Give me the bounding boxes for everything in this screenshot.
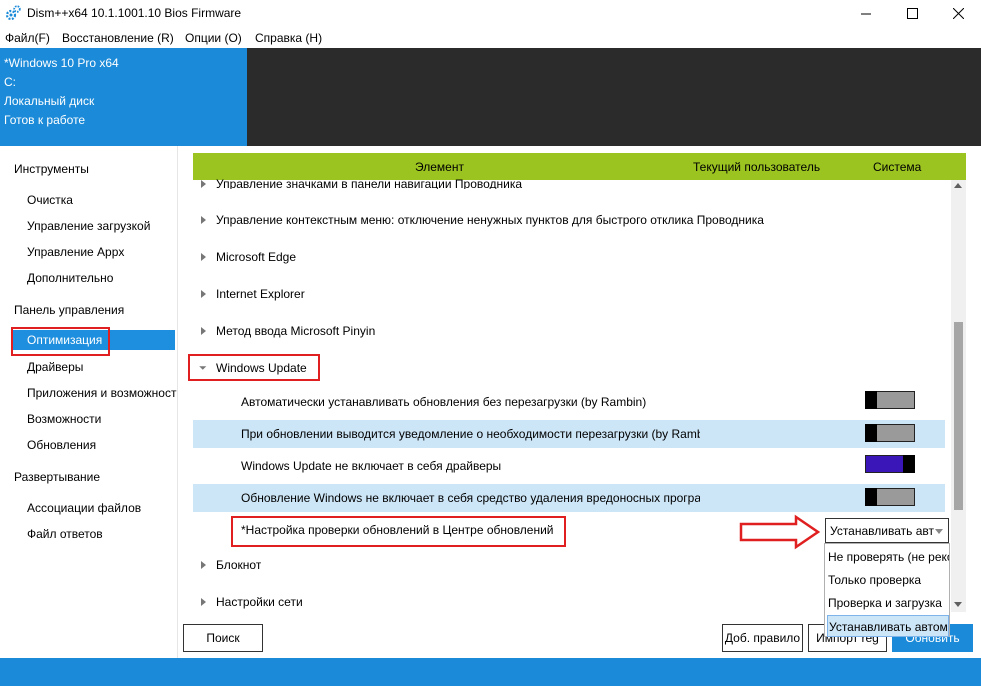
- sidebar-item-drivers[interactable]: Драйверы: [27, 360, 177, 374]
- session-list-area: [247, 48, 981, 146]
- menu-bar: Файл(F) Восстановление (R) Опции (O) Спр…: [0, 27, 981, 48]
- sidebar-item-features[interactable]: Возможности: [27, 412, 177, 426]
- scroll-thumb[interactable]: [954, 322, 963, 510]
- expand-icon[interactable]: [201, 180, 206, 188]
- menu-options[interactable]: Опции (O): [185, 31, 242, 45]
- sidebar-item-updates[interactable]: Обновления: [27, 438, 177, 452]
- update-check-select[interactable]: Устанавливать автоматически: [825, 518, 949, 543]
- scroll-up-icon[interactable]: [954, 183, 962, 188]
- status-bar: [0, 658, 981, 686]
- disk-type: Локальный диск: [4, 94, 95, 108]
- column-current-user[interactable]: Текущий пользователь: [693, 160, 820, 174]
- group-row[interactable]: Управление контекстным меню: отключение …: [216, 213, 916, 227]
- sidebar-item-file-assoc[interactable]: Ассоциации файлов: [27, 501, 177, 515]
- toggle-knob: [865, 488, 877, 506]
- gear-icon: [5, 5, 21, 21]
- session-status: Готов к работе: [4, 113, 86, 127]
- maximize-button[interactable]: [889, 0, 935, 26]
- expand-icon[interactable]: [201, 561, 206, 569]
- group-row[interactable]: Метод ввода Microsoft Pinyin: [216, 324, 375, 338]
- sidebar-header-deploy: Развертывание: [14, 470, 101, 484]
- toggle-knob: [865, 391, 877, 409]
- toggle-knob: [903, 455, 915, 473]
- menu-help[interactable]: Справка (H): [255, 31, 322, 45]
- arrow-icon: [739, 514, 821, 550]
- toggle-switch[interactable]: [865, 391, 915, 409]
- window-title: Dism++x64 10.1.1001.10 Bios Firmware: [27, 6, 242, 20]
- os-name: *Windows 10 Pro x64: [4, 56, 119, 70]
- add-rule-button[interactable]: Доб. правило: [722, 624, 803, 652]
- menu-file[interactable]: Файл(F): [5, 31, 50, 45]
- grid-header: Элемент Текущий пользователь Система: [193, 153, 966, 180]
- group-row[interactable]: Управление значками в панели навигации П…: [216, 177, 916, 189]
- sidebar-header-tools: Инструменты: [14, 162, 89, 176]
- menu-restore[interactable]: Восстановление (R): [62, 31, 174, 45]
- setting-label: Windows Update не включает в себя драйве…: [241, 459, 502, 473]
- sidebar-item-answer-file[interactable]: Файл ответов: [27, 527, 177, 541]
- chevron-down-icon: [935, 529, 943, 534]
- dropdown-option[interactable]: Проверка и загрузка: [827, 592, 949, 614]
- group-row[interactable]: Блокнот: [216, 558, 261, 572]
- sidebar-item-cleanup[interactable]: Очистка: [27, 193, 177, 207]
- sidebar-item-appx[interactable]: Управление Appx: [27, 245, 177, 259]
- title-bar: Dism++x64 10.1.1001.10 Bios Firmware: [0, 0, 981, 27]
- expand-icon[interactable]: [201, 216, 206, 224]
- close-button[interactable]: [935, 0, 981, 26]
- group-row[interactable]: Microsoft Edge: [216, 250, 296, 264]
- sidebar-item-advanced[interactable]: Дополнительно: [27, 271, 177, 285]
- drive-letter: C:: [4, 75, 16, 89]
- sidebar-item-boot[interactable]: Управление загрузкой: [27, 219, 177, 233]
- search-button[interactable]: Поиск: [183, 624, 263, 652]
- setting-label: Обновление Windows не включает в себя ср…: [241, 491, 700, 505]
- sidebar: Инструменты Очистка Управление загрузкой…: [0, 146, 178, 658]
- group-row[interactable]: Настройки сети: [216, 595, 303, 609]
- select-value: Устанавливать автоматически: [830, 524, 934, 538]
- sidebar-header-control: Панель управления: [14, 303, 125, 317]
- annotation-box: [11, 327, 110, 356]
- setting-label: При обновлении выводится уведомление о н…: [241, 427, 700, 441]
- expand-icon[interactable]: [201, 598, 206, 606]
- image-info-panel[interactable]: *Windows 10 Pro x64 C: Локальный диск Го…: [0, 48, 247, 146]
- annotation-box: [188, 354, 320, 381]
- dropdown-list: Не проверять (не рекомендуется) Только п…: [824, 543, 950, 637]
- close-icon: [952, 7, 964, 19]
- minimize-button[interactable]: [843, 0, 889, 26]
- expand-icon[interactable]: [201, 327, 206, 335]
- column-system[interactable]: Система: [873, 160, 921, 174]
- column-item[interactable]: Элемент: [415, 160, 464, 174]
- annotation-box: [231, 516, 566, 547]
- toggle-switch[interactable]: [865, 424, 915, 442]
- toggle-knob: [865, 424, 877, 442]
- maximize-icon: [906, 7, 918, 19]
- dropdown-option[interactable]: Только проверка: [827, 569, 949, 591]
- dropdown-option-selected[interactable]: Устанавливать автоматически: [827, 615, 949, 637]
- vertical-scrollbar[interactable]: [951, 180, 966, 612]
- expand-icon[interactable]: [201, 290, 206, 298]
- toggle-switch[interactable]: [865, 488, 915, 506]
- scroll-down-icon[interactable]: [954, 602, 962, 607]
- setting-label: Автоматически устанавливать обновления б…: [241, 395, 647, 409]
- dropdown-option[interactable]: Не проверять (не рекомендуется): [827, 546, 949, 568]
- expand-icon[interactable]: [201, 253, 206, 261]
- group-row[interactable]: Internet Explorer: [216, 287, 305, 301]
- minimize-icon: [860, 8, 872, 19]
- sidebar-item-apps[interactable]: Приложения и возможности: [27, 386, 177, 400]
- toggle-switch-on[interactable]: [865, 455, 915, 473]
